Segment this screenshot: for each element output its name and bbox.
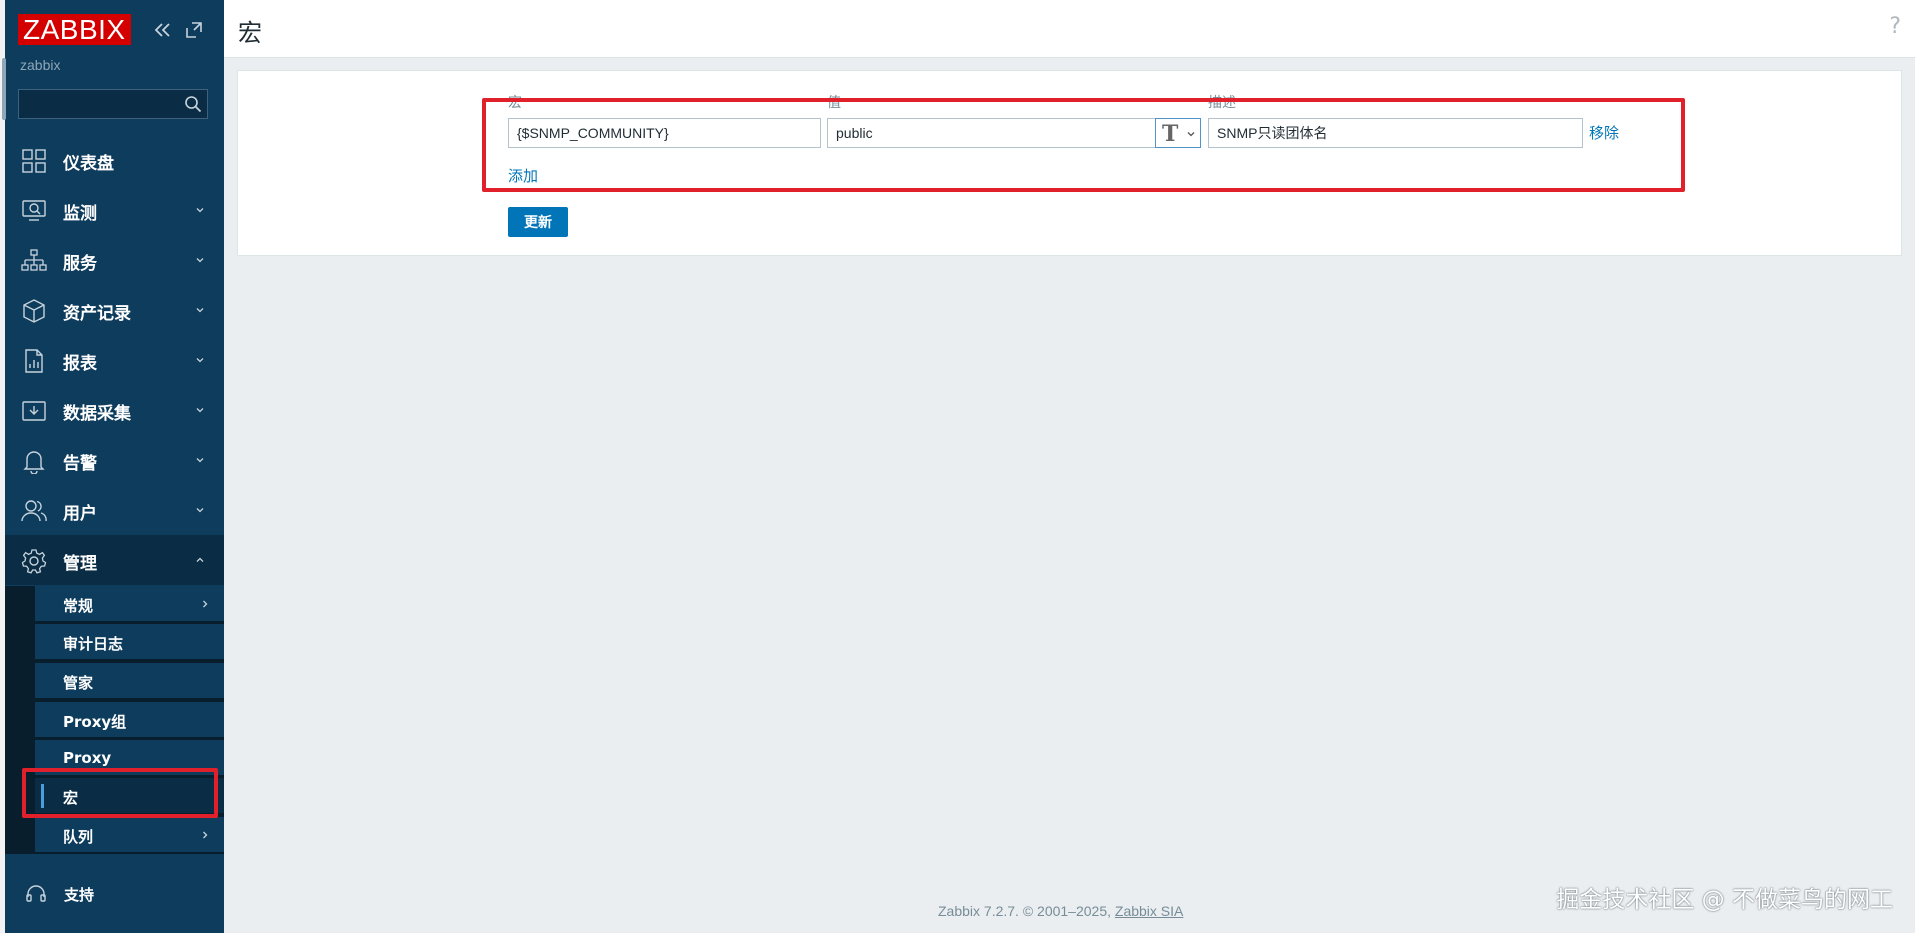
- submenu-label: 队列: [63, 828, 94, 846]
- chevron-down-icon: [196, 308, 204, 313]
- support-label: 支持: [64, 886, 95, 904]
- submenu-label: 常规: [63, 597, 94, 615]
- submenu-label: Proxy: [63, 749, 112, 767]
- nav-label: 告警: [63, 454, 97, 474]
- inventory-icon: [23, 299, 45, 323]
- dashboard-icon: [22, 149, 46, 173]
- nav-item-users[interactable]: 用户: [5, 485, 224, 535]
- nav-item-data-collection[interactable]: 数据采集: [5, 385, 224, 435]
- nav-label: 数据采集: [63, 404, 131, 424]
- submenu-label: 审计日志: [63, 635, 124, 653]
- submenu-label: 宏: [63, 789, 79, 807]
- headset-icon: [26, 885, 46, 902]
- chevron-down-icon: [196, 458, 204, 463]
- collapse-sidebar-button[interactable]: [153, 20, 173, 40]
- footer-company-link[interactable]: Zabbix SIA: [1115, 903, 1183, 919]
- expand-icon: [186, 22, 202, 38]
- users-icon: [21, 500, 47, 522]
- nav-label: 仪表盘: [63, 154, 114, 174]
- chevron-down-icon: [196, 358, 204, 363]
- nav-label: 监测: [63, 204, 97, 224]
- submenu-item-proxy-groups[interactable]: Proxy组: [35, 702, 224, 738]
- watermark: 掘金技术社区 @ 不做菜鸟的网工: [1556, 887, 1893, 913]
- value-type-dropdown[interactable]: T: [1155, 118, 1201, 148]
- support-link[interactable]: 支持: [5, 870, 224, 918]
- chevron-down-icon: [196, 258, 204, 263]
- add-link[interactable]: 添加: [508, 165, 538, 186]
- nav-item-administration[interactable]: 管理: [5, 535, 224, 585]
- chevron-down-icon: [1187, 132, 1195, 137]
- kiosk-mode-button[interactable]: [184, 20, 204, 40]
- macro-value-field[interactable]: [827, 118, 1156, 148]
- chevron-right-icon: [203, 600, 208, 608]
- services-icon: [21, 249, 47, 271]
- nav-label: 用户: [63, 504, 97, 524]
- chevron-down-icon: [196, 508, 204, 513]
- sidebar: ZABBIX zabbix 仪表盘 监测 服务 资产记录 报表 数据采集 告警 …: [0, 0, 224, 933]
- page-title: 宏: [238, 19, 262, 47]
- macros-form-panel: [237, 70, 1902, 256]
- column-header-description: 描述: [1208, 95, 1236, 111]
- macro-name-field[interactable]: [508, 118, 821, 148]
- zabbix-logo[interactable]: ZABBIX: [18, 14, 131, 45]
- page-header: 宏 ?: [224, 0, 1915, 58]
- update-button[interactable]: 更新: [508, 207, 568, 237]
- nav-item-inventory[interactable]: 资产记录: [5, 285, 224, 335]
- reports-icon: [25, 349, 43, 373]
- help-button[interactable]: ?: [1889, 14, 1901, 39]
- nav-item-services[interactable]: 服务: [5, 235, 224, 285]
- data-collection-icon: [22, 401, 46, 421]
- nav-item-dashboard[interactable]: 仪表盘: [5, 135, 224, 185]
- chevron-right-icon: [203, 831, 208, 839]
- text-type-icon: T: [1162, 121, 1179, 147]
- chevron-down-icon: [196, 208, 204, 213]
- footer: Zabbix 7.2.7. © 2001–2025, Zabbix SIA: [938, 903, 1183, 919]
- nav-label: 资产记录: [63, 304, 131, 324]
- search-icon[interactable]: [184, 95, 202, 113]
- chevron-up-icon: [196, 557, 204, 562]
- nav-label: 服务: [63, 254, 97, 274]
- nav-label: 报表: [63, 354, 97, 374]
- double-chevron-left-icon: [154, 23, 170, 37]
- nav-item-monitoring[interactable]: 监测: [5, 185, 224, 235]
- search-box[interactable]: [18, 89, 208, 119]
- administration-submenu: 常规 审计日志 管家 Proxy组 Proxy 宏 队列: [5, 586, 224, 854]
- column-header-macro: 宏: [508, 95, 522, 111]
- nav-item-reports[interactable]: 报表: [5, 335, 224, 385]
- submenu-label: 管家: [63, 674, 94, 692]
- submenu-item-queue[interactable]: 队列: [35, 817, 224, 853]
- submenu-item-housekeeping[interactable]: 管家: [35, 663, 224, 699]
- nav-item-alerts[interactable]: 告警: [5, 435, 224, 485]
- submenu-item-macros[interactable]: 宏: [35, 778, 224, 814]
- search-input[interactable]: [19, 90, 195, 118]
- remove-link[interactable]: 移除: [1589, 122, 1619, 143]
- sidebar-scrollbar[interactable]: [2, 58, 6, 120]
- submenu-item-general[interactable]: 常规: [35, 586, 224, 622]
- gear-icon: [21, 549, 47, 574]
- monitoring-icon: [22, 200, 46, 221]
- nav-label: 管理: [63, 554, 97, 574]
- submenu-item-proxy[interactable]: Proxy: [35, 740, 224, 776]
- macro-description-field[interactable]: [1208, 118, 1583, 148]
- submenu-item-audit-log[interactable]: 审计日志: [35, 624, 224, 660]
- submenu-label: Proxy组: [63, 713, 127, 731]
- server-name: zabbix: [20, 57, 61, 73]
- column-header-value: 值: [827, 95, 841, 111]
- chevron-down-icon: [196, 408, 204, 413]
- footer-text: Zabbix 7.2.7. © 2001–2025,: [938, 903, 1115, 919]
- bell-icon: [23, 451, 45, 474]
